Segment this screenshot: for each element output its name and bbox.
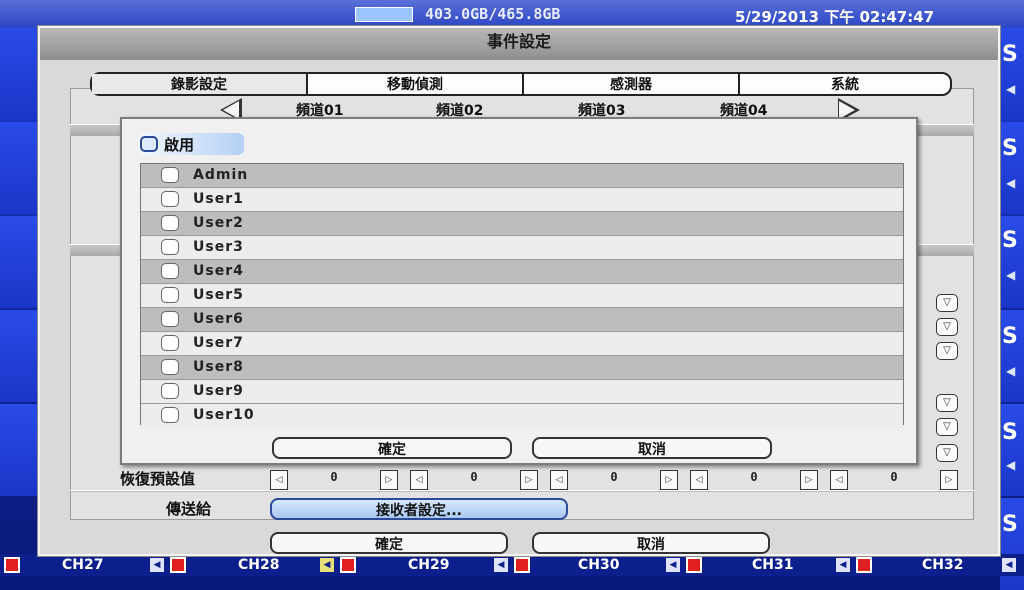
speaker-icon: ◀: [1006, 176, 1016, 190]
tab-sensor[interactable]: 感測器: [524, 74, 740, 94]
restore-spinner-ch3[interactable]: ◁ 0 ▷: [550, 470, 680, 490]
user-checkbox[interactable]: [161, 359, 179, 375]
hdd-usage-text: 403.0GB/465.8GB: [425, 5, 561, 23]
tab-motion-detection[interactable]: 移動偵測: [308, 74, 524, 94]
datetime-display: 5/29/2013 下午 02:47:47: [735, 8, 935, 26]
restore-spinner-ch1[interactable]: ◁ 0 ▷: [270, 470, 400, 490]
speaker-icon[interactable]: ◀: [1002, 558, 1016, 572]
increment-icon[interactable]: ▷: [660, 470, 678, 490]
channel-label[interactable]: CH27: [62, 557, 103, 573]
increment-icon[interactable]: ▷: [520, 470, 538, 490]
user-row[interactable]: User7: [141, 332, 903, 356]
cancel-button[interactable]: 取消: [532, 532, 770, 554]
dropdown-arrow-icon[interactable]: ▽: [936, 342, 958, 360]
receiver-settings-button[interactable]: 接收者設定...: [270, 498, 568, 520]
decrement-icon[interactable]: ◁: [410, 470, 428, 490]
channel-bar: CH27 ◀ CH28 ◀ CH29 ◀ CH30 ◀ CH31 ◀ CH32 …: [0, 554, 1024, 576]
decrement-icon[interactable]: ◁: [830, 470, 848, 490]
dropdown-arrow-icon[interactable]: ▽: [936, 444, 958, 462]
user-checkbox[interactable]: [161, 167, 179, 183]
speaker-icon[interactable]: ◀: [494, 558, 508, 572]
speaker-icon: ◀: [1006, 268, 1016, 282]
channel-label[interactable]: CH30: [578, 557, 619, 573]
speaker-icon[interactable]: ◀: [320, 558, 334, 572]
restore-spinner-ch2[interactable]: ◁ 0 ▷: [410, 470, 540, 490]
user-row[interactable]: User9: [141, 380, 903, 404]
user-list: Admin User1 User2 User3 User4 User5 User…: [140, 163, 904, 428]
speaker-icon[interactable]: ◀: [150, 558, 164, 572]
record-indicator-icon: [340, 557, 356, 573]
speaker-icon[interactable]: ◀: [836, 558, 850, 572]
record-indicator-icon: [170, 557, 186, 573]
enable-toggle[interactable]: 啟用: [138, 133, 244, 155]
settings-tabs: 錄影設定 移動偵測 感測器 系統: [90, 72, 952, 96]
channel-label[interactable]: CH28: [238, 557, 279, 573]
channel-label[interactable]: CH29: [408, 557, 449, 573]
dropdown-arrow-icon[interactable]: ▽: [936, 394, 958, 412]
hdd-usage-bar: [355, 7, 413, 22]
user-checkbox[interactable]: [161, 383, 179, 399]
user-row[interactable]: User4: [141, 260, 903, 284]
increment-icon[interactable]: ▷: [940, 470, 958, 490]
dropdown-arrow-icon[interactable]: ▽: [936, 318, 958, 336]
increment-icon[interactable]: ▷: [800, 470, 818, 490]
user-checkbox[interactable]: [161, 263, 179, 279]
user-checkbox[interactable]: [161, 311, 179, 327]
user-checkbox[interactable]: [161, 239, 179, 255]
receiver-selection-popup: 啟用 Admin User1 User2 User3 User4 User5 U…: [120, 117, 918, 465]
increment-icon[interactable]: ▷: [380, 470, 398, 490]
user-row[interactable]: User10: [141, 404, 903, 428]
speaker-icon[interactable]: ◀: [666, 558, 680, 572]
user-row[interactable]: User3: [141, 236, 903, 260]
user-row[interactable]: User6: [141, 308, 903, 332]
user-checkbox[interactable]: [161, 407, 179, 423]
enable-label: 啟用: [164, 136, 195, 154]
user-row[interactable]: User5: [141, 284, 903, 308]
dropdown-arrow-icon[interactable]: ▽: [936, 418, 958, 436]
decrement-icon[interactable]: ◁: [270, 470, 288, 490]
ok-button[interactable]: 確定: [270, 532, 508, 554]
speaker-icon: ◀: [1006, 458, 1016, 472]
status-bar: 403.0GB/465.8GB 5/29/2013 下午 02:47:47: [0, 0, 1024, 28]
user-row[interactable]: User1: [141, 188, 903, 212]
decrement-icon[interactable]: ◁: [550, 470, 568, 490]
channel-label[interactable]: CH32: [922, 557, 963, 573]
user-row[interactable]: User8: [141, 356, 903, 380]
send-to-label: 傳送給: [166, 500, 212, 518]
restore-defaults-label: 恢復預設值: [120, 470, 196, 488]
channel-label[interactable]: CH31: [752, 557, 793, 573]
decrement-icon[interactable]: ◁: [690, 470, 708, 490]
user-row[interactable]: User2: [141, 212, 903, 236]
record-indicator-icon: [856, 557, 872, 573]
popup-cancel-button[interactable]: 取消: [532, 437, 772, 459]
tab-system[interactable]: 系統: [740, 74, 950, 94]
dialog-title: 事件設定: [40, 28, 998, 60]
record-indicator-icon: [514, 557, 530, 573]
user-checkbox[interactable]: [161, 335, 179, 351]
popup-ok-button[interactable]: 確定: [272, 437, 512, 459]
enable-checkbox[interactable]: [140, 136, 158, 152]
restore-spinner-ch5[interactable]: ◁ 0 ▷: [830, 470, 960, 490]
user-row[interactable]: Admin: [141, 164, 903, 188]
user-checkbox[interactable]: [161, 191, 179, 207]
tab-record-settings[interactable]: 錄影設定: [92, 74, 308, 94]
right-camera-column: S ◀ S ◀ S ◀ S ◀ S ◀ S: [1000, 28, 1024, 590]
record-indicator-icon: [4, 557, 20, 573]
dropdown-arrow-icon[interactable]: ▽: [936, 294, 958, 312]
record-indicator-icon: [686, 557, 702, 573]
speaker-icon: ◀: [1006, 82, 1016, 96]
user-checkbox[interactable]: [161, 287, 179, 303]
user-checkbox[interactable]: [161, 215, 179, 231]
restore-spinner-ch4[interactable]: ◁ 0 ▷: [690, 470, 820, 490]
speaker-icon: ◀: [1006, 364, 1016, 378]
left-camera-column: [0, 28, 38, 554]
